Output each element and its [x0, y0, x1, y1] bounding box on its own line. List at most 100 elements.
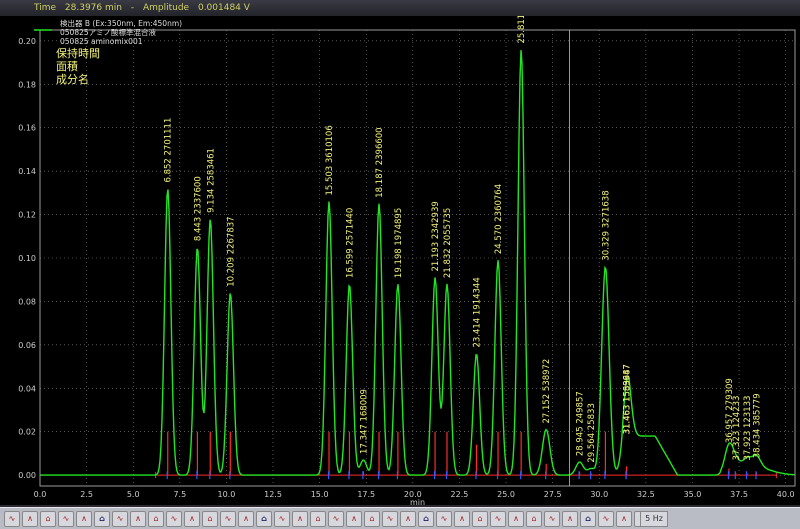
- x-axis-label: min: [410, 498, 425, 505]
- amplitude-label: Amplitude: [142, 3, 190, 13]
- peak-label: 15.503 3610106: [325, 125, 335, 195]
- undo-button[interactable]: ⌂: [40, 510, 56, 527]
- peak-label: 21.193 2342939: [431, 201, 441, 271]
- peak-label: 24.570 2360764: [494, 184, 504, 254]
- x-tick-label: 5.0: [127, 490, 140, 499]
- chromatogram-window: Time 28.3976 min - Amplitude 0.001484 V …: [0, 0, 800, 529]
- y-tick-label: 0.16: [18, 124, 36, 133]
- x-tick-label: 32.5: [637, 490, 655, 499]
- chromatogram-trace: [40, 50, 796, 476]
- y-tick-label: 0.12: [18, 211, 36, 220]
- x-tick-label: 12.5: [264, 490, 282, 499]
- peak-del-button[interactable]: ⌂: [148, 510, 164, 527]
- x-tick-label: 15.0: [311, 490, 329, 499]
- baseline-9-button[interactable]: ∧: [346, 510, 362, 527]
- fill-button[interactable]: ∧: [562, 510, 578, 527]
- peak-label: 10.209 2267837: [226, 216, 236, 286]
- y-tick-label: 0.00: [18, 471, 36, 480]
- copy-button[interactable]: ⌂: [94, 510, 110, 527]
- x-tick-label: 2.5: [80, 490, 93, 499]
- time-label: Time: [34, 3, 57, 13]
- baseline-2-button[interactable]: ∿: [220, 510, 236, 527]
- baseline-7-button[interactable]: ⌂: [310, 510, 326, 527]
- baseline-10-button[interactable]: ⌂: [364, 510, 380, 527]
- legend-file-name: 050825 aminomix001: [60, 37, 143, 46]
- peak-label: 27.152 538972: [542, 359, 552, 424]
- baseline-1-button[interactable]: ⌂: [202, 510, 218, 527]
- peak-label: 21.832 2055735: [443, 208, 453, 278]
- integrate-2-button[interactable]: ∿: [598, 510, 614, 527]
- peak-label: 6.852 2701111: [164, 118, 174, 183]
- paste-button[interactable]: ∿: [112, 510, 128, 527]
- valley-1-button[interactable]: ∧: [454, 510, 470, 527]
- merge-button[interactable]: ∧: [184, 510, 200, 527]
- zoom-out-button[interactable]: ∧: [22, 510, 38, 527]
- y-tick-label: 0.18: [18, 80, 36, 89]
- peak-add-button[interactable]: ∧: [130, 510, 146, 527]
- x-tick-label: 25.0: [497, 490, 515, 499]
- frequency-readout: 5 Hz: [640, 511, 668, 527]
- skim-2-button[interactable]: ⌂: [526, 510, 542, 527]
- zoom-in-button[interactable]: ∿: [4, 510, 20, 527]
- trace-layer: [40, 50, 796, 476]
- plot-frame: [39, 29, 796, 487]
- peak-label: 37.323 124233: [732, 396, 742, 461]
- baseline-layer: [155, 431, 777, 479]
- x-tick-label: 17.5: [357, 490, 375, 499]
- peak-label: 8.443 2337600: [193, 176, 203, 241]
- baseline-3-button[interactable]: ∧: [238, 510, 254, 527]
- legend: 検出器 B (Ex:350nm, Em:450nm) 050825アミノ酸標準混…: [34, 18, 182, 86]
- y-tick-label: 0.04: [18, 384, 36, 393]
- peak-label: 37.923 123133: [743, 396, 753, 461]
- y-tick-label: 0.08: [18, 297, 36, 306]
- y-tick-label: 0.10: [18, 254, 36, 263]
- peak-label: 23.414 1914344: [472, 277, 482, 347]
- baseline-14-button[interactable]: ∿: [436, 510, 452, 527]
- peak-label: 38.434 385779: [752, 393, 762, 458]
- status-bar: Time 28.3976 min - Amplitude 0.001484 V: [0, 0, 800, 16]
- baseline-12-button[interactable]: ∧: [400, 510, 416, 527]
- skim-1-button[interactable]: ∧: [508, 510, 524, 527]
- y-tick-label: 0.20: [18, 37, 36, 46]
- integrate-1-button[interactable]: ⌂: [580, 510, 596, 527]
- time-value: 28.3976 min: [64, 3, 122, 13]
- split-button[interactable]: ∿: [166, 510, 182, 527]
- amplitude-value: 0.001484 V: [197, 3, 250, 13]
- valley-3-button[interactable]: ∿: [490, 510, 506, 527]
- print-button[interactable]: ∧: [76, 510, 92, 527]
- chromatogram-chart[interactable]: 6.852 2701111 8.443 2337600 9.134 2583461 1…: [0, 0, 800, 507]
- baseline-11-button[interactable]: ∿: [382, 510, 398, 527]
- tangent-button[interactable]: ∿: [544, 510, 560, 527]
- x-tick-label: 7.5: [173, 490, 186, 499]
- peak-label: 16.599 2571440: [345, 208, 355, 278]
- valley-2-button[interactable]: ⌂: [472, 510, 488, 527]
- x-tick-label: 22.5: [451, 490, 469, 499]
- baseline-13-button[interactable]: ⌂: [418, 510, 434, 527]
- y-tick-label: 0.02: [18, 428, 36, 437]
- x-tick-label: 35.0: [684, 490, 702, 499]
- status-separator: -: [130, 3, 135, 13]
- peak-label: 9.134 2583461: [206, 148, 216, 213]
- baseline-4-button[interactable]: ⌂: [256, 510, 272, 527]
- x-tick-label: 30.0: [590, 490, 608, 499]
- redo-button[interactable]: ∿: [58, 510, 74, 527]
- peak-label: 31.463 1589987: [623, 364, 633, 434]
- peak-label: 19.198 1974895: [394, 208, 404, 278]
- x-tick-label: 37.5: [730, 490, 748, 499]
- sum-button[interactable]: ∧: [616, 510, 632, 527]
- peak-label: 18.187 2396600: [375, 127, 385, 197]
- legend-component-name: 成分名: [56, 72, 89, 86]
- x-tick-label: 10.0: [218, 490, 236, 499]
- peak-label: 17.347 168009: [359, 389, 369, 454]
- peak-label: 28.945 249857: [576, 391, 586, 456]
- plot-area[interactable]: 6.852 2701111 8.443 2337600 9.134 2583461 1…: [0, 0, 800, 507]
- baseline-5-button[interactable]: ∿: [274, 510, 290, 527]
- y-tick-label: 0.14: [18, 167, 36, 176]
- baseline-6-button[interactable]: ∧: [292, 510, 308, 527]
- legend-area: 面積: [56, 59, 78, 73]
- x-tick-label: 0.0: [34, 490, 47, 499]
- grid: [39, 30, 795, 486]
- legend-sample-name: 050825アミノ酸標準混合液: [60, 27, 156, 37]
- baseline-8-button[interactable]: ∿: [328, 510, 344, 527]
- legend-detector: 検出器 B (Ex:350nm, Em:450nm): [60, 18, 182, 28]
